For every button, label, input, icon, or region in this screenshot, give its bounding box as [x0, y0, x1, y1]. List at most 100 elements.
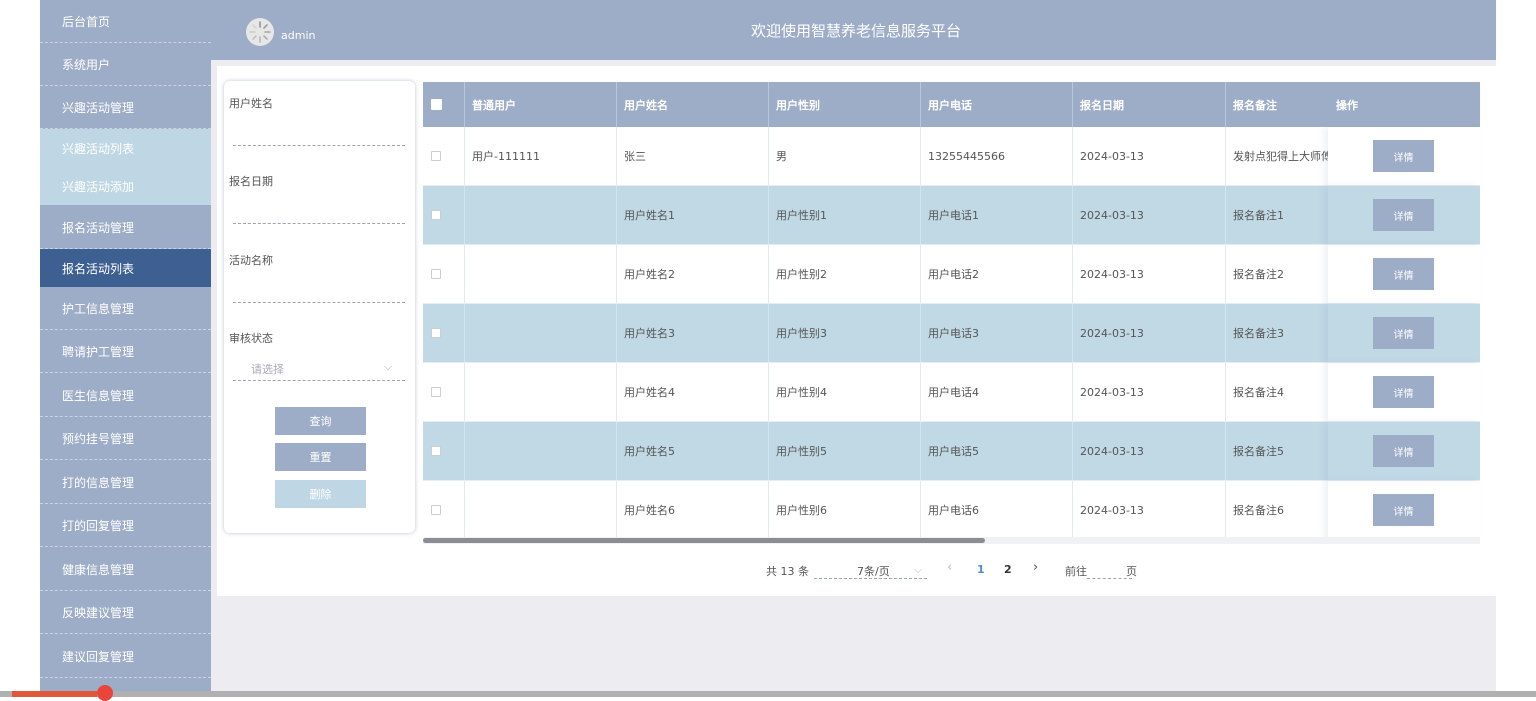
sidebar-item-label: 健康信息管理	[62, 562, 135, 577]
detail-button[interactable]: 详情	[1373, 376, 1434, 408]
app-frame: 后台首页 系统用户 兴趣活动管理 兴趣活动列表 兴趣活动添加 报名活动管理 报名…	[40, 0, 1496, 697]
cell-phone: 用户电话6	[928, 504, 979, 517]
sidebar-item-appointment[interactable]: 预约挂号管理	[40, 417, 211, 460]
table-header: 普通用户 用户姓名 用户性别 用户电话 报名日期 报名备注 操作	[423, 82, 1480, 127]
sidebar-item-taxi-info[interactable]: 打的信息管理	[40, 461, 211, 504]
cell-date: 2024-03-13	[1080, 503, 1144, 517]
sidebar-item-label: 报名活动列表	[62, 261, 135, 276]
scrollbar-thumb[interactable]	[423, 538, 985, 543]
row-checkbox[interactable]	[431, 269, 441, 279]
page-2-button[interactable]: 2	[1004, 563, 1012, 576]
sidebar-item-label: 建议回复管理	[62, 649, 135, 664]
goto-suffix: 页	[1126, 565, 1137, 578]
signup-date-input[interactable]	[233, 223, 405, 224]
detail-button[interactable]: 详情	[1373, 435, 1434, 467]
column-header-user[interactable]: 普通用户	[464, 82, 616, 127]
sidebar-item-doctor-info[interactable]: 医生信息管理	[40, 374, 211, 417]
column-header-name[interactable]: 用户姓名	[616, 82, 768, 127]
detail-button[interactable]: 详情	[1373, 140, 1434, 172]
main-content: 用户姓名 报名日期 活动名称 审核状态 请选择 ⌵ 查询 重置 删除 普通用户 …	[217, 66, 1496, 596]
sidebar-item-interest-activity-manage[interactable]: 兴趣活动管理	[40, 86, 211, 129]
page-size-underline	[814, 578, 927, 579]
table-row[interactable]: 用户姓名4 用户性别4 用户电话4 2024-03-13 报名备注4 详情	[423, 363, 1480, 422]
reset-button[interactable]: 重置	[275, 443, 366, 471]
sidebar-item-feedback[interactable]: 反映建议管理	[40, 591, 211, 634]
cell-note: 报名备注4	[1233, 386, 1284, 399]
pagination-total: 共 13 条	[766, 565, 809, 578]
row-checkbox[interactable]	[431, 328, 441, 338]
sidebar-item-home[interactable]: 后台首页	[40, 0, 211, 43]
select-all-checkbox[interactable]	[431, 99, 442, 110]
cell-name: 用户姓名6	[624, 504, 675, 517]
left-margin	[0, 0, 40, 697]
activity-name-input[interactable]	[233, 302, 405, 303]
sidebar-item-label: 护工信息管理	[62, 301, 135, 316]
cell-note: 报名备注6	[1233, 504, 1284, 517]
detail-button[interactable]: 详情	[1373, 258, 1434, 290]
query-button[interactable]: 查询	[275, 407, 366, 435]
cell-name: 用户姓名4	[624, 386, 675, 399]
cell-gender: 用户性别5	[776, 445, 827, 458]
sidebar-item-signup-activity-list[interactable]: 报名活动列表	[40, 249, 211, 287]
action-cell: 详情	[1328, 422, 1480, 480]
row-checkbox[interactable]	[431, 505, 441, 515]
cell-note: 报名备注2	[1233, 268, 1284, 281]
goto-page-input[interactable]	[1087, 578, 1132, 579]
column-header-phone[interactable]: 用户电话	[920, 82, 1072, 127]
row-checkbox[interactable]	[431, 446, 441, 456]
detail-button[interactable]: 详情	[1373, 317, 1434, 349]
cell-name: 用户姓名5	[624, 445, 675, 458]
cell-name: 用户姓名3	[624, 327, 675, 340]
table-row[interactable]: 用户-111111 张三 男 13255445566 2024-03-13 发射点犯得上大…	[423, 127, 1480, 186]
prev-page-button[interactable]: ‹	[947, 560, 952, 575]
sidebar-item-label: 报名活动管理	[62, 220, 135, 235]
column-header-note[interactable]: 报名备注	[1225, 82, 1328, 127]
sidebar-item-interest-activity-add[interactable]: 兴趣活动添加	[40, 167, 211, 205]
cell-name: 用户姓名1	[624, 209, 675, 222]
sidebar-item-caregiver-info[interactable]: 护工信息管理	[40, 287, 211, 330]
sidebar-item-hire-caregiver[interactable]: 聘请护工管理	[40, 330, 211, 373]
data-table: 普通用户 用户姓名 用户性别 用户电话 报名日期 报名备注 操作 用户-1111…	[423, 82, 1480, 544]
sidebar-item-label: 兴趣活动添加	[62, 179, 135, 194]
cell-gender: 用户性别6	[776, 504, 827, 517]
cell-note: 发射点犯得上大师傅	[1233, 150, 1328, 163]
table-row[interactable]: 用户姓名1 用户性别1 用户电话1 2024-03-13 报名备注1 详情	[423, 186, 1480, 245]
sidebar-item-taxi-reply[interactable]: 打的回复管理	[40, 504, 211, 547]
cell-user	[464, 481, 616, 539]
cell-date: 2024-03-13	[1080, 444, 1144, 458]
cell-gender: 用户性别4	[776, 386, 827, 399]
sidebar-item-label: 预约挂号管理	[62, 431, 135, 446]
next-page-button[interactable]: ›	[1033, 560, 1038, 575]
sidebar-item-signup-activity-manage[interactable]: 报名活动管理	[40, 206, 211, 249]
table-row[interactable]: 用户姓名6 用户性别6 用户电话6 2024-03-13 报名备注6 详情	[423, 481, 1480, 540]
sidebar-item-system-users[interactable]: 系统用户	[40, 43, 211, 86]
row-checkbox[interactable]	[431, 387, 441, 397]
row-checkbox[interactable]	[431, 151, 441, 161]
sidebar-item-interest-activity-list[interactable]: 兴趣活动列表	[40, 129, 211, 167]
search-panel: 用户姓名 报名日期 活动名称 审核状态 请选择 ⌵ 查询 重置 删除	[224, 81, 415, 533]
cell-user	[464, 363, 616, 421]
row-checkbox[interactable]	[431, 210, 441, 220]
goto-prefix: 前往	[1065, 565, 1087, 578]
page-size-select[interactable]: 7条/页	[857, 563, 890, 579]
cell-user	[464, 245, 616, 303]
review-status-select[interactable]: 请选择	[251, 361, 284, 377]
user-name-input[interactable]	[233, 145, 405, 146]
cell-date: 2024-03-13	[1080, 267, 1144, 281]
cell-gender: 男	[776, 150, 787, 163]
column-header-date[interactable]: 报名日期	[1072, 82, 1225, 127]
chevron-down-icon: ⌵	[384, 360, 393, 373]
column-header-gender[interactable]: 用户性别	[768, 82, 920, 127]
detail-button[interactable]: 详情	[1373, 494, 1434, 526]
page-1-button[interactable]: 1	[977, 563, 985, 576]
detail-button[interactable]: 详情	[1373, 199, 1434, 231]
sidebar-item-label: 打的信息管理	[62, 475, 135, 490]
sidebar-item-feedback-reply[interactable]: 建议回复管理	[40, 635, 211, 678]
delete-button[interactable]: 删除	[275, 480, 366, 508]
table-row[interactable]: 用户姓名3 用户性别3 用户电话3 2024-03-13 报名备注3 详情	[423, 304, 1480, 363]
sidebar-item-health-info[interactable]: 健康信息管理	[40, 548, 211, 591]
table-row[interactable]: 用户姓名2 用户性别2 用户电话2 2024-03-13 报名备注2 详情	[423, 245, 1480, 304]
cell-date: 2024-03-13	[1080, 149, 1144, 163]
table-row[interactable]: 用户姓名5 用户性别5 用户电话5 2024-03-13 报名备注5 详情	[423, 422, 1480, 481]
cell-note: 报名备注5	[1233, 445, 1284, 458]
